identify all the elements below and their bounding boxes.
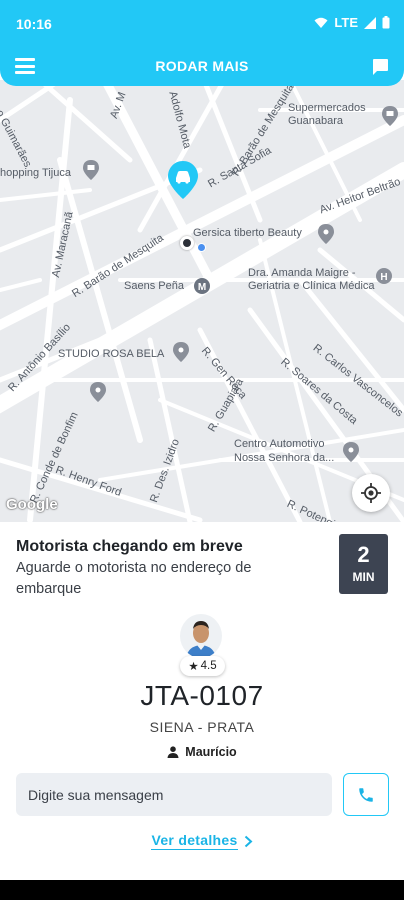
amanda-text: Dra. Amanda Maigre - Geriatria e Clínica… xyxy=(248,267,375,292)
ride-status-subtitle: Aguarde o motorista no endereço de embar… xyxy=(16,560,252,597)
star-icon: ★ xyxy=(188,661,199,673)
clinic-pin-icon[interactable]: H xyxy=(376,266,392,286)
centro-pin-icon[interactable] xyxy=(343,442,359,462)
ride-info-sheet: Motorista chegando em breve Aguarde o mo… xyxy=(0,522,404,880)
supermercados-pin-icon[interactable] xyxy=(382,106,398,126)
driver-rating-badge: ★ 4.5 xyxy=(180,656,225,676)
recenter-button[interactable] xyxy=(352,474,390,512)
studio-pin-icon[interactable] xyxy=(173,342,189,362)
map-label-centro: Centro Automotivo Nossa Senhora da... xyxy=(234,437,334,465)
centro-text: Centro Automotivo Nossa Senhora da... xyxy=(234,438,335,464)
view-details-label: Ver detalhes xyxy=(151,832,238,850)
chevron-right-icon xyxy=(244,835,253,847)
call-driver-button[interactable] xyxy=(343,773,389,816)
battery-icon xyxy=(382,16,390,29)
gersica-pin-icon[interactable] xyxy=(318,224,334,244)
vehicle-model: SIENA - PRATA xyxy=(149,719,255,735)
wifi-icon xyxy=(314,17,328,28)
phone-icon xyxy=(359,787,373,802)
app-header: 10:16 LTE RODAR MAIS xyxy=(0,0,404,86)
gps-target-icon xyxy=(361,483,381,503)
driver-photo xyxy=(180,614,222,658)
signal-icon xyxy=(364,16,376,29)
svg-text:H: H xyxy=(380,272,387,283)
location-pin-icon[interactable] xyxy=(90,382,106,402)
person-icon xyxy=(167,746,179,758)
map-label-studio: STUDIO ROSA BELA xyxy=(58,348,165,360)
svg-text:M: M xyxy=(198,282,206,293)
google-attribution-logo: Google xyxy=(6,496,58,513)
network-label: LTE xyxy=(334,15,358,30)
metro-station-icon[interactable]: M xyxy=(194,276,210,296)
status-bar: 10:16 LTE xyxy=(0,0,404,46)
map-label-supermercados: Supermercados Guanabara xyxy=(288,102,366,128)
page-title: RODAR MAIS xyxy=(155,58,249,74)
driver-avatar xyxy=(180,614,222,658)
driver-info: Maurício xyxy=(0,745,404,759)
status-time: 10:16 xyxy=(16,16,52,32)
view-details-link[interactable]: Ver detalhes xyxy=(0,832,404,850)
status-icons: LTE xyxy=(314,15,390,30)
driver-rating: 4.5 xyxy=(200,660,217,672)
shopping-pin-icon[interactable] xyxy=(83,160,99,180)
map-label-gersica: Gersica tiberto Beauty xyxy=(193,227,302,239)
vehicle-plate: JTA-0107 xyxy=(140,680,264,711)
eta-unit: MIN xyxy=(352,570,375,584)
nav-bar: RODAR MAIS xyxy=(0,46,404,86)
supermercados-text: Supermercados Guanabara xyxy=(288,102,366,127)
map-label-saens-pena: Saens Peña xyxy=(124,280,184,292)
map-label-amanda: Dra. Amanda Maigre - Geriatria e Clínica… xyxy=(248,267,375,293)
current-location-marker xyxy=(180,236,194,250)
car-pin-icon[interactable] xyxy=(168,161,198,199)
map-label-shopping: hopping Tijuca xyxy=(0,167,71,179)
app-screen: 10:16 LTE RODAR MAIS o Guimarães Av. M A… xyxy=(0,0,404,880)
eta-value: 2 xyxy=(357,542,370,567)
user-location-dot xyxy=(197,243,206,252)
driver-name: Maurício xyxy=(185,745,237,759)
eta-badge: 2 MIN xyxy=(339,534,388,594)
ride-status-title: Motorista chegando em breve xyxy=(16,538,243,555)
map-view[interactable]: o Guimarães Av. M Adolfo Mota R. Barão d… xyxy=(0,80,404,522)
message-input[interactable] xyxy=(16,773,332,816)
chat-icon[interactable] xyxy=(371,58,389,76)
